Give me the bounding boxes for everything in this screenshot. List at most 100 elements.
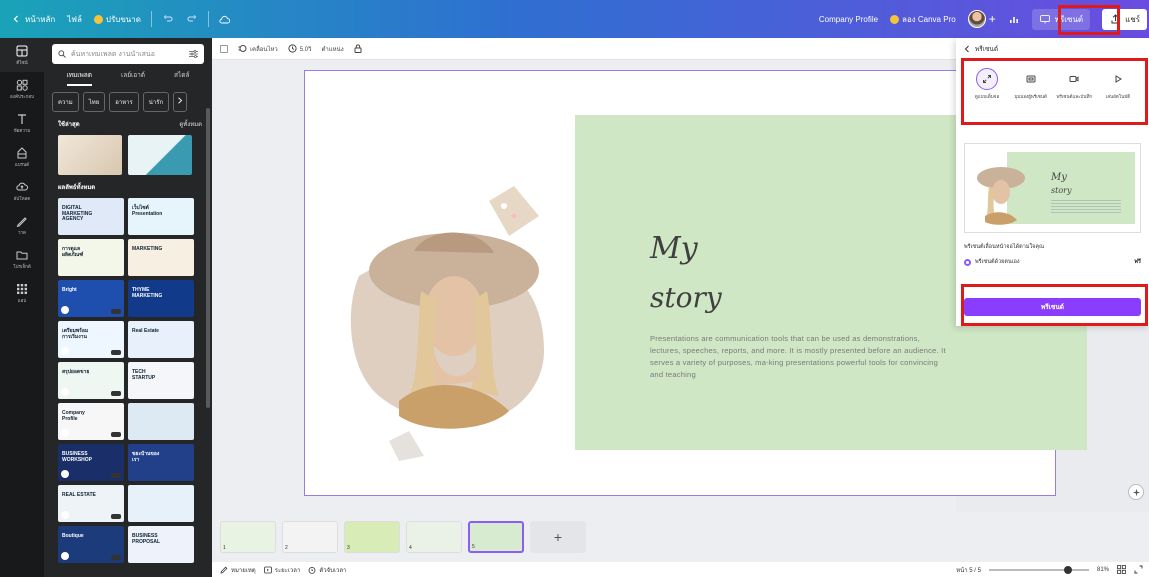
rail-item-projects[interactable]: โปรเจ็กต์ bbox=[0, 242, 44, 276]
chevron-right-icon[interactable] bbox=[173, 92, 188, 112]
template-thumb[interactable] bbox=[128, 403, 194, 440]
rail-item-elements[interactable]: องค์ประกอบ bbox=[0, 72, 44, 106]
template-thumb[interactable]: Bright bbox=[58, 280, 124, 317]
help-button[interactable] bbox=[1128, 484, 1144, 500]
recent-template-thumb[interactable] bbox=[58, 135, 122, 175]
template-thumb[interactable] bbox=[128, 485, 194, 522]
try-pro-button[interactable]: ลอง Canva Pro bbox=[884, 13, 962, 26]
template-thumb[interactable]: เว็บไซต์ Presentation bbox=[128, 198, 194, 235]
position-button[interactable]: ตำแหน่ง bbox=[322, 44, 344, 54]
animate-button[interactable]: เคลื่อนไหว bbox=[238, 44, 278, 54]
template-search[interactable]: ค้นหาเทมเพลต งานนำเสนอ bbox=[52, 44, 204, 64]
chip[interactable]: อาหาร bbox=[109, 92, 139, 112]
template-thumb[interactable]: BUSINESS PROPOSAL bbox=[128, 526, 194, 563]
template-thumb[interactable]: การดูแลผลิตภัณฑ์ bbox=[58, 239, 124, 276]
template-thumb[interactable]: เตรียมพร้อมการเริ่มงาน bbox=[58, 321, 124, 358]
rail-item-design[interactable]: ดีไซน์ bbox=[0, 38, 44, 72]
insights-button[interactable] bbox=[1002, 13, 1026, 25]
template-thumb[interactable]: BUSINESS WORKSHOP bbox=[58, 444, 124, 481]
mode-present-record[interactable]: พรีเซนต์และบันทึก bbox=[1055, 68, 1093, 100]
crown-icon bbox=[93, 14, 103, 24]
add-page-button[interactable]: + bbox=[530, 521, 586, 553]
chip[interactable]: ความ bbox=[52, 92, 79, 112]
present-button-inner[interactable]: พรีเซนต์ bbox=[1031, 8, 1091, 30]
zoom-slider-thumb[interactable] bbox=[1063, 565, 1072, 574]
rail-item-draw[interactable]: วาด bbox=[0, 208, 44, 242]
notes-button[interactable]: หมายเหตุ bbox=[220, 565, 256, 575]
page-thumb[interactable]: 4 bbox=[406, 521, 462, 553]
mode-fullscreen[interactable]: ดูแบบเต็มจอ bbox=[968, 68, 1006, 100]
tab-layouts[interactable]: เลย์เอาต์ bbox=[121, 70, 145, 86]
file-menu[interactable]: ไฟล์ bbox=[61, 13, 88, 26]
page-number: 4 bbox=[409, 545, 412, 551]
template-thumb[interactable]: REAL ESTATE bbox=[58, 485, 124, 522]
redo-button[interactable] bbox=[180, 13, 204, 25]
share-button[interactable]: แชร์ bbox=[1096, 8, 1149, 30]
collaborator-avatar[interactable]: + bbox=[962, 10, 1002, 28]
lock-icon bbox=[354, 44, 362, 53]
template-thumb[interactable]: MARKETING bbox=[128, 239, 194, 276]
rail-item-text[interactable]: ข้อความ bbox=[0, 106, 44, 140]
slide-title-line1[interactable]: My bbox=[650, 231, 698, 266]
radio-selected[interactable] bbox=[964, 258, 971, 266]
timing-button[interactable]: 5.0วิ bbox=[288, 44, 312, 54]
rail-label: ข้อความ bbox=[13, 127, 31, 133]
undo-button[interactable] bbox=[156, 13, 180, 25]
template-thumb[interactable]: THYME MARKETING bbox=[128, 280, 194, 317]
page-thumb[interactable]: 1 bbox=[220, 521, 276, 553]
lock-button[interactable] bbox=[354, 44, 362, 53]
template-thumb[interactable]: TECH STARTUP bbox=[128, 362, 194, 399]
grid-view-icon[interactable] bbox=[1117, 565, 1126, 574]
resize-button[interactable]: ปรับขนาด bbox=[88, 13, 147, 26]
timer-label: ตัวจับเวลา bbox=[319, 567, 347, 574]
dropdown-present-button[interactable]: พรีเซนต์ bbox=[964, 298, 1141, 316]
color-swatch-button[interactable] bbox=[220, 44, 228, 53]
apps-icon bbox=[17, 283, 27, 294]
chevron-left-icon[interactable] bbox=[964, 45, 970, 53]
share-button-inner[interactable]: แชร์ bbox=[1102, 8, 1147, 30]
portrait-photo[interactable] bbox=[339, 181, 549, 461]
duration-badge bbox=[111, 514, 121, 519]
chip[interactable]: น่ารัก bbox=[142, 92, 170, 112]
cloud-save-button[interactable] bbox=[213, 13, 237, 25]
present-dropdown-header[interactable]: พรีเซนต์ bbox=[956, 38, 1149, 60]
rail-item-apps[interactable]: แอป bbox=[0, 276, 44, 310]
rail-item-upload[interactable]: อัปโหลด bbox=[0, 174, 44, 208]
panel-scrollbar[interactable] bbox=[206, 108, 210, 408]
timer-button[interactable]: ตัวจับเวลา bbox=[308, 565, 346, 575]
zoom-slider[interactable] bbox=[988, 565, 1089, 574]
page-thumb[interactable]: 2 bbox=[282, 521, 338, 553]
option-self-present[interactable]: พรีเซนต์ด้วยตนเอง ฟรี bbox=[964, 258, 1141, 266]
template-thumb[interactable]: Company Profile bbox=[58, 403, 124, 440]
page-thumb[interactable]: 3 bbox=[344, 521, 400, 553]
template-thumb[interactable]: Real Estate bbox=[128, 321, 194, 358]
chevron-left-icon bbox=[10, 13, 22, 25]
rail-item-brand[interactable]: แบรนด์ bbox=[0, 140, 44, 174]
filter-icon[interactable] bbox=[189, 50, 198, 58]
duration-button[interactable]: ระยะเวลา bbox=[263, 565, 300, 575]
home-button[interactable]: หน้าหลัก bbox=[4, 13, 61, 26]
see-all-link[interactable]: ดูทั้งหมด bbox=[179, 119, 202, 129]
document-title[interactable]: Company Profile bbox=[813, 15, 884, 24]
slide-canvas[interactable]: My story Presentations are communication… bbox=[304, 70, 1087, 496]
tab-templates[interactable]: เทมเพลต bbox=[66, 70, 93, 86]
search-input[interactable]: ค้นหาเทมเพลต งานนำเสนอ bbox=[71, 49, 184, 60]
mode-presenter-view[interactable]: มุมมองผู้พรีเซนต์ bbox=[1012, 68, 1050, 100]
add-collaborator-icon[interactable]: + bbox=[989, 12, 996, 26]
zoom-level[interactable]: 81% bbox=[1097, 567, 1109, 573]
chip[interactable]: ไทย bbox=[82, 92, 106, 112]
slide-body-text[interactable]: Presentations are communication tools th… bbox=[650, 333, 950, 381]
present-button[interactable]: พรีเซนต์ bbox=[1026, 8, 1096, 30]
fullscreen-icon[interactable] bbox=[1134, 565, 1143, 574]
template-thumb[interactable]: ขยะบ้านของเรา bbox=[128, 444, 194, 481]
rail-label: โปรเจ็กต์ bbox=[13, 263, 31, 269]
recent-template-thumb[interactable] bbox=[128, 135, 192, 175]
template-thumb[interactable]: สรุปยอดขาย bbox=[58, 362, 124, 399]
template-thumb[interactable]: DIGITAL MARKETING AGENCY bbox=[58, 198, 124, 235]
tab-styles[interactable]: สไตล์ bbox=[174, 70, 189, 86]
template-thumb[interactable]: Boutique bbox=[58, 526, 124, 563]
mode-autoplay[interactable]: เล่นอัตโนมัติ bbox=[1099, 68, 1137, 100]
slide-title-line2[interactable]: story bbox=[650, 281, 722, 314]
page-thumb[interactable]: 5 bbox=[468, 521, 524, 553]
page-indicator[interactable]: หน้า 5 / 5 bbox=[956, 565, 981, 575]
